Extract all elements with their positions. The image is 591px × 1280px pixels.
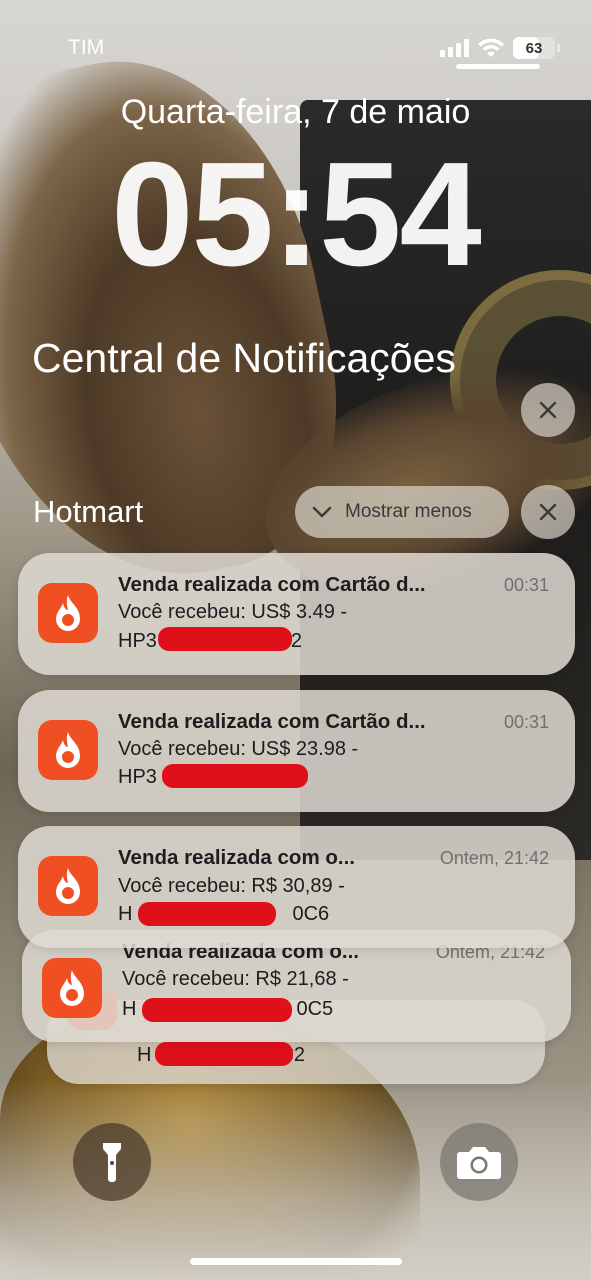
lock-date: Quarta-feira, 7 de maio <box>120 93 471 131</box>
notification-body: Você recebeu: R$ 21,68 - <box>122 968 349 990</box>
camera-icon <box>457 1147 501 1179</box>
redaction-mark <box>162 764 308 788</box>
notification-body: Você recebeu: US$ 23.98 - <box>118 738 359 760</box>
redaction-mark <box>155 1042 293 1066</box>
clear-all-button[interactable] <box>521 383 575 437</box>
status-icons: 63 <box>440 36 560 60</box>
notification-center-title: Central de Notificações <box>32 335 456 381</box>
flame-icon <box>56 732 80 768</box>
hotmart-app-icon <box>38 856 98 916</box>
notification-card[interactable]: Venda realizada com Cartão d... 00:31 Vo… <box>18 690 575 812</box>
notification-title: Venda realizada com Cartão d... <box>118 573 426 596</box>
flashlight-button[interactable] <box>73 1123 151 1201</box>
hotmart-app-icon <box>42 958 102 1018</box>
camera-button[interactable] <box>440 1123 518 1201</box>
battery-percent: 63 <box>525 39 543 57</box>
close-icon <box>539 401 557 419</box>
redaction-mark <box>138 902 276 926</box>
notification-body: Você recebeu: R$ 30,89 - <box>118 875 345 897</box>
notification-time: 00:31 <box>503 712 549 732</box>
close-icon <box>539 503 557 521</box>
notification-title: Venda realizada com o... <box>118 846 355 869</box>
flame-icon <box>56 868 80 904</box>
battery-icon: 63 <box>513 37 560 59</box>
status-bar: TIM 63 <box>0 0 591 90</box>
notification-time: 00:31 <box>503 575 549 595</box>
show-less-label: Mostrar menos <box>345 501 472 522</box>
status-indicator-bar <box>456 64 540 69</box>
chevron-down-icon <box>312 506 332 518</box>
flashlight-icon <box>103 1143 121 1182</box>
cellular-signal-icon <box>440 39 469 57</box>
notification-card[interactable]: Venda realizada com Cartão d... 00:31 Vo… <box>18 553 575 675</box>
redaction-mark <box>158 627 292 651</box>
notification-card[interactable]: Venda realizada com o... Ontem, 21:42 Vo… <box>18 826 575 948</box>
notification-body: Você recebeu: US$ 3.49 - <box>118 601 348 623</box>
lock-time: 05:54 <box>111 132 482 297</box>
flame-icon <box>60 970 84 1006</box>
flame-icon <box>56 595 80 631</box>
wifi-icon <box>478 38 504 57</box>
group-app-name: Hotmart <box>33 494 144 529</box>
hotmart-app-icon <box>38 583 98 643</box>
redaction-mark <box>142 998 292 1022</box>
notification-title: Venda realizada com Cartão d... <box>118 710 426 733</box>
carrier-name: TIM <box>68 36 105 59</box>
hotmart-app-icon <box>38 720 98 780</box>
notification-time: Ontem, 21:42 <box>439 848 549 868</box>
home-indicator[interactable] <box>190 1258 402 1265</box>
show-less-button[interactable]: Mostrar menos <box>295 486 509 538</box>
clear-group-button[interactable] <box>521 485 575 539</box>
